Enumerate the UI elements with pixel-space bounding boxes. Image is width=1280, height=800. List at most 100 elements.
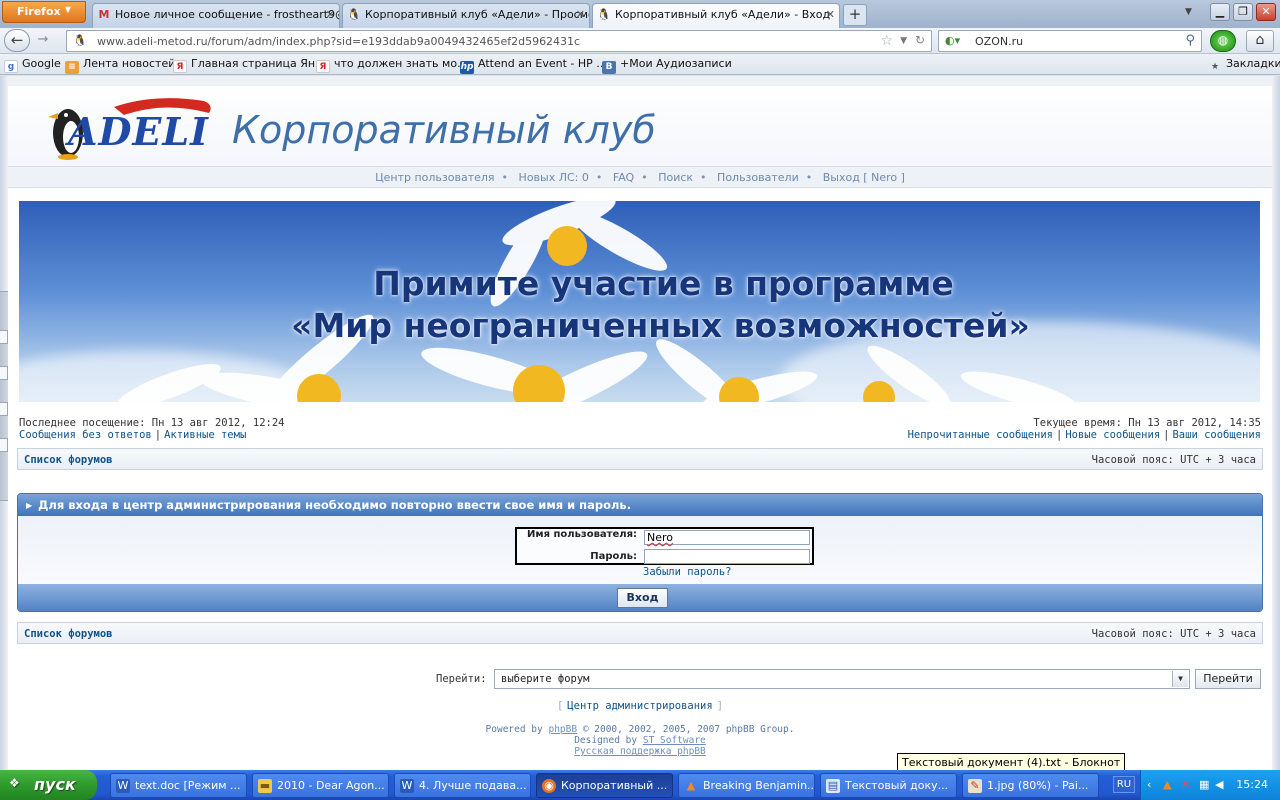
taskbar-item-folder[interactable]: ▬ 2010 - Dear Agon... xyxy=(252,773,389,798)
vlc-tray-icon[interactable]: ▲ xyxy=(1163,778,1171,791)
bookmark-google[interactable]: g Google xyxy=(4,57,61,73)
taskbar-item-firefox[interactable]: ◉ Корпоративный ... xyxy=(536,773,673,798)
side-panel-tab[interactable] xyxy=(0,438,8,452)
russian-support-link[interactable]: Русская поддержка phpBB xyxy=(574,746,706,757)
bookmarks-menu[interactable]: ★ Закладки xyxy=(1208,57,1280,74)
nav-members[interactable]: Пользователи xyxy=(717,171,799,184)
paint-icon: ✎ xyxy=(968,779,982,793)
active-topics-link[interactable]: Активные темы xyxy=(164,429,246,441)
close-icon[interactable]: ✕ xyxy=(576,8,585,21)
forum-index-link[interactable]: Список форумов xyxy=(24,628,113,640)
start-button[interactable]: ❖ пуск xyxy=(0,770,97,800)
restore-button[interactable]: ❐ xyxy=(1233,3,1253,21)
jump-go-button[interactable]: Перейти xyxy=(1195,669,1261,689)
bookmark-yandex-question[interactable]: Ячто должен знать мо... xyxy=(316,57,468,73)
unanswered-posts-link[interactable]: Сообщения без ответов xyxy=(19,429,152,441)
st-software-link[interactable]: ST Software xyxy=(643,735,706,746)
password-field[interactable] xyxy=(644,549,810,564)
clock[interactable]: 15:24 xyxy=(1236,778,1268,791)
new-tab-button[interactable]: + xyxy=(843,4,867,26)
tray-expand-icon[interactable]: ‹ xyxy=(1147,778,1151,791)
search-icon[interactable]: ⚲ xyxy=(1185,33,1195,48)
phpbb-link[interactable]: phpBB xyxy=(548,724,577,735)
bookmark-news-feed[interactable]: ≡ Лента новостей xyxy=(65,57,175,74)
powered-by-prefix: Powered by xyxy=(485,724,543,735)
timezone-text: Часовой пояс: UTC + 3 часа xyxy=(1091,628,1256,640)
side-panel-tab[interactable] xyxy=(0,330,8,344)
search-links-right: Непрочитанные сообщения | Новые сообщения |… xyxy=(908,429,1261,441)
last-visit-text: Последнее посещение: Пн 13 авг 2012, 12:… xyxy=(19,417,285,429)
forward-button[interactable]: → xyxy=(33,32,53,50)
taskbar-item-word-text[interactable]: Wtext.doc [Режим ... xyxy=(110,773,247,798)
window-close-button[interactable]: ✕ xyxy=(1256,3,1276,21)
taskbar-item-label: 4. Лучше подава... xyxy=(419,779,527,792)
firefox-menu-button[interactable]: Firefox ▼ xyxy=(2,1,86,23)
nav-user-control-panel[interactable]: Центр пользователя xyxy=(375,171,494,184)
your-posts-link[interactable]: Ваши сообщения xyxy=(1172,429,1261,441)
unread-posts-link[interactable]: Непрочитанные сообщения xyxy=(908,429,1053,441)
url-bar[interactable]: 🐧 www.adeli-metod.ru/forum/adm/index.php… xyxy=(66,30,932,52)
adeli-penguin-icon: 🐧 xyxy=(347,8,361,21)
promo-banner[interactable]: Примите участие в программе «Мир неогран… xyxy=(19,201,1260,402)
jumpbox: Перейти: выберите форум ▼ Перейти xyxy=(8,668,1272,690)
login-panel-title: Для входа в центр администрирования необ… xyxy=(38,498,632,512)
tab-adeli-login[interactable]: 🐧 Корпоративный клуб «Адели» - Вход ✕ xyxy=(592,3,840,28)
addon-globe-icon[interactable]: ◍ xyxy=(1210,30,1236,52)
nav-faq[interactable]: FAQ xyxy=(613,171,634,184)
taskbar-item-label: 2010 - Dear Agon... xyxy=(277,779,385,792)
nav-logout[interactable]: Выход [ Nero ] xyxy=(823,171,905,184)
bookmark-vk-audio[interactable]: B +Мои Аудиозаписи xyxy=(602,57,732,74)
taskbar-item-label: Корпоративный ... xyxy=(561,779,668,792)
taskbar-item-vlc[interactable]: ▲ Breaking Benjamin... xyxy=(678,773,815,798)
chevron-down-icon[interactable]: ▼ xyxy=(900,36,907,46)
taskbar-item-notepad[interactable]: ▤ Текстовый доку... xyxy=(820,773,957,798)
bookmark-hp-event[interactable]: hp Attend an Event - HP ... xyxy=(460,57,607,74)
rss-icon: ≡ xyxy=(65,61,79,74)
forgot-password-link[interactable]: Забыли пароль? xyxy=(643,566,732,578)
login-submit-button[interactable]: Вход xyxy=(617,588,668,608)
nav-search[interactable]: Поиск xyxy=(658,171,693,184)
bookmark-yandex-home[interactable]: Я Главная страница Ян... xyxy=(173,57,326,73)
chevron-down-icon[interactable]: ▼ xyxy=(1172,671,1188,687)
tab-title: Новое личное сообщение - frostheart9@... xyxy=(115,8,340,21)
windows-taskbar: ❖ пуск Wtext.doc [Режим ... ▬ 2010 - Dear … xyxy=(0,770,1280,800)
bookmarks-toolbar: g Google ≡ Лента новостей Я Главная страниц… xyxy=(0,54,1280,75)
tab-gmail[interactable]: M Новое личное сообщение - frostheart9@.… xyxy=(92,3,340,28)
site-favicon-icon: 🐧 xyxy=(73,34,87,47)
windows-flag-icon: ❖ xyxy=(9,776,20,790)
forum-select[interactable]: выберите форум ▼ xyxy=(494,669,1190,689)
side-panel-tab[interactable] xyxy=(0,366,8,380)
tab-list-icon[interactable]: ▼ xyxy=(1185,7,1192,17)
admin-panel-link[interactable]: Центр администрирования xyxy=(567,700,712,712)
back-button[interactable]: ← xyxy=(4,29,30,52)
folder-icon: ▬ xyxy=(258,779,272,793)
search-input[interactable]: ◐▾ OZON.ru ⚲ xyxy=(938,30,1202,52)
nav-new-pm[interactable]: Новых ЛС: 0 xyxy=(519,171,589,184)
forum-index-link[interactable]: Список форумов xyxy=(24,454,113,466)
language-indicator[interactable]: RU xyxy=(1113,776,1135,793)
reload-icon[interactable]: ↻ xyxy=(915,33,925,47)
google-icon: g xyxy=(4,60,18,73)
url-text: www.adeli-metod.ru/forum/adm/index.php?s… xyxy=(97,35,581,48)
new-posts-link[interactable]: Новые сообщения xyxy=(1065,429,1160,441)
password-label: Пароль: xyxy=(590,551,637,562)
system-tray: ‹ ▲ ✕ ▦ ◀ 15:24 xyxy=(1140,770,1280,800)
taskbar-item-paint[interactable]: ✎ 1.jpg (80%) - Pai... xyxy=(962,773,1099,798)
antivirus-tray-icon[interactable]: ✕ xyxy=(1181,778,1190,791)
home-button[interactable]: ⌂ xyxy=(1246,30,1274,52)
network-tray-icon[interactable]: ▦ xyxy=(1199,778,1209,791)
volume-tray-icon[interactable]: ◀ xyxy=(1215,778,1223,791)
side-panel-tab[interactable] xyxy=(0,402,8,416)
taskbar-item-word-doc[interactable]: W 4. Лучше подава... xyxy=(394,773,531,798)
adeli-logo[interactable]: ADELI xyxy=(44,93,214,161)
close-icon[interactable]: ✕ xyxy=(826,8,835,21)
tab-adeli-view[interactable]: 🐧 Корпоративный клуб «Адели» - Просмо...… xyxy=(342,3,590,28)
search-engine-icon[interactable]: ◐▾ xyxy=(945,34,960,47)
bookmark-star-icon[interactable]: ☆ xyxy=(880,33,893,49)
minimize-button[interactable]: ▁ xyxy=(1210,3,1230,21)
breadcrumb-bottom: Список форумов Часовой пояс: UTC + 3 час… xyxy=(17,622,1263,644)
triangle-right-icon: ▶ xyxy=(26,501,33,510)
nav-separator: • xyxy=(805,171,813,184)
close-icon[interactable]: ✕ xyxy=(326,8,335,21)
username-field[interactable]: Nero xyxy=(644,530,810,545)
